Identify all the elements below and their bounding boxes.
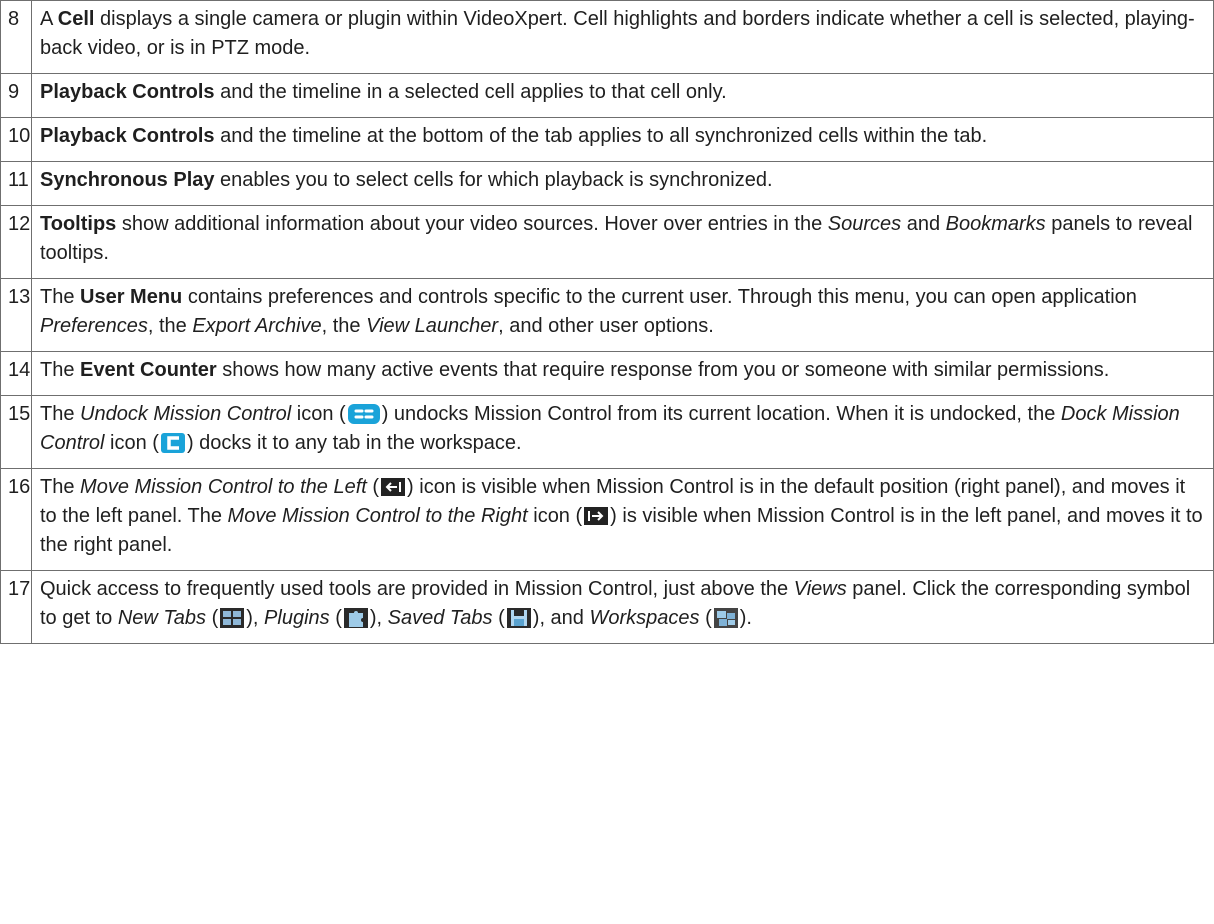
term-italic: Bookmarks bbox=[945, 213, 1046, 235]
table-row: 16 The Move Mission Control to the Left (… bbox=[0, 468, 1214, 571]
description-text: and bbox=[901, 213, 946, 235]
table-row: 12 Tooltips show additional information a… bbox=[0, 205, 1214, 279]
description-text: contains preferences and controls specif… bbox=[182, 286, 1137, 308]
term-italic: New Tabs bbox=[117, 607, 207, 629]
row-number: 9 bbox=[0, 73, 32, 118]
description-text: enables you to select cells for which pl… bbox=[214, 169, 773, 191]
description-text: ) docks it to any tab in the workspace. bbox=[186, 432, 522, 454]
description-text: ), bbox=[246, 607, 265, 629]
term-bold: User Menu bbox=[80, 286, 183, 308]
table-row: 13 The User Menu contains preferences and… bbox=[0, 278, 1214, 352]
term-bold: Playback Controls bbox=[40, 125, 215, 147]
description-text: ), bbox=[369, 607, 388, 629]
table-row: 17 Quick access to frequently used tools … bbox=[0, 570, 1214, 644]
table-row: 15 The Undock Mission Control icon ( ) und… bbox=[0, 395, 1214, 469]
move-right-icon bbox=[583, 505, 609, 527]
row-description: Playback Controls and the timeline in a … bbox=[31, 73, 1214, 118]
workspaces-icon bbox=[713, 607, 739, 629]
term-italic: Saved Tabs bbox=[387, 607, 493, 629]
row-number: 11 bbox=[0, 161, 32, 206]
row-description: The User Menu contains preferences and c… bbox=[31, 278, 1214, 352]
description-text: The bbox=[40, 476, 81, 498]
description-text: ( bbox=[492, 607, 505, 629]
term-italic: Preferences bbox=[40, 315, 148, 337]
description-text: icon ( bbox=[291, 403, 346, 425]
legend-rows: 8A Cell displays a single camera or plug… bbox=[0, 0, 1214, 644]
term-bold: Event Counter bbox=[80, 359, 217, 381]
row-number: 16 bbox=[0, 468, 32, 571]
description-text: shows how many active events that requir… bbox=[216, 359, 1110, 381]
move-left-icon bbox=[380, 476, 406, 498]
table-row: 14 The Event Counter shows how many activ… bbox=[0, 351, 1214, 396]
row-number: 15 bbox=[0, 395, 32, 469]
row-description: Quick access to frequently used tools ar… bbox=[31, 570, 1214, 644]
description-text: ( bbox=[329, 607, 342, 629]
row-description: The Move Mission Control to the Left () … bbox=[31, 468, 1214, 571]
description-text: show additional information about your v… bbox=[116, 213, 828, 235]
description-text: ) undocks Mission Control from its curre… bbox=[381, 403, 1061, 425]
term-italic: View Launcher bbox=[366, 315, 499, 337]
row-number: 12 bbox=[0, 205, 32, 279]
term-bold: Tooltips bbox=[40, 213, 117, 235]
description-text: icon ( bbox=[104, 432, 159, 454]
row-number: 10 bbox=[0, 117, 32, 162]
plugins-icon bbox=[343, 607, 369, 629]
new-tabs-icon bbox=[219, 607, 245, 629]
description-text: ), and bbox=[532, 607, 590, 629]
description-text: and the timeline in a selected cell appl… bbox=[214, 81, 727, 103]
row-number: 14 bbox=[0, 351, 32, 396]
row-description: A Cell displays a single camera or plugi… bbox=[31, 0, 1214, 74]
term-italic: Move Mission Control to the Left bbox=[80, 476, 367, 498]
term-italic: Views bbox=[793, 578, 847, 600]
description-text: The bbox=[40, 403, 81, 425]
description-text: Quick access to frequently used tools ar… bbox=[40, 578, 794, 600]
description-text: ( bbox=[206, 607, 219, 629]
legend-table: 8A Cell displays a single camera or plug… bbox=[0, 0, 1214, 644]
description-text: icon ( bbox=[527, 505, 583, 527]
term-italic: Plugins bbox=[264, 607, 330, 629]
row-number: 13 bbox=[0, 278, 32, 352]
row-description: The Undock Mission Control icon ( ) undoc… bbox=[31, 395, 1214, 469]
table-row: 11 Synchronous Play enables you to select… bbox=[0, 161, 1214, 206]
description-text: , and other user options. bbox=[498, 315, 714, 337]
dock-icon bbox=[160, 432, 186, 454]
row-number: 17 bbox=[0, 570, 32, 644]
term-italic: Undock Mission Control bbox=[80, 403, 292, 425]
description-text: and the timeline at the bottom of the ta… bbox=[214, 125, 988, 147]
description-text: ( bbox=[366, 476, 380, 498]
description-text: A bbox=[40, 8, 58, 30]
description-text: displays a single camera or plugin withi… bbox=[40, 8, 1195, 59]
description-text: ( bbox=[699, 607, 712, 629]
row-description: Tooltips show additional information abo… bbox=[31, 205, 1214, 279]
term-italic: Export Archive bbox=[192, 315, 322, 337]
description-text: ). bbox=[739, 607, 752, 629]
term-italic: Move Mission Control to the Right bbox=[227, 505, 528, 527]
description-text: The bbox=[40, 286, 81, 308]
description-text: , the bbox=[321, 315, 367, 337]
term-italic: Workspaces bbox=[589, 607, 700, 629]
saved-tabs-icon bbox=[506, 607, 532, 629]
row-description: The Event Counter shows how many active … bbox=[31, 351, 1214, 396]
term-italic: Sources bbox=[827, 213, 902, 235]
term-bold: Playback Controls bbox=[40, 81, 215, 103]
row-description: Playback Controls and the timeline at th… bbox=[31, 117, 1214, 162]
term-bold: Synchronous Play bbox=[40, 169, 215, 191]
term-bold: Cell bbox=[57, 8, 95, 30]
row-number: 8 bbox=[0, 0, 32, 74]
table-row: 9 Playback Controls and the timeline in a… bbox=[0, 73, 1214, 118]
table-row: 10 Playback Controls and the timeline at … bbox=[0, 117, 1214, 162]
description-text: The bbox=[40, 359, 81, 381]
table-row: 8A Cell displays a single camera or plug… bbox=[0, 0, 1214, 74]
description-text: , the bbox=[147, 315, 193, 337]
row-description: Synchronous Play enables you to select c… bbox=[31, 161, 1214, 206]
undock-icon bbox=[347, 403, 381, 425]
